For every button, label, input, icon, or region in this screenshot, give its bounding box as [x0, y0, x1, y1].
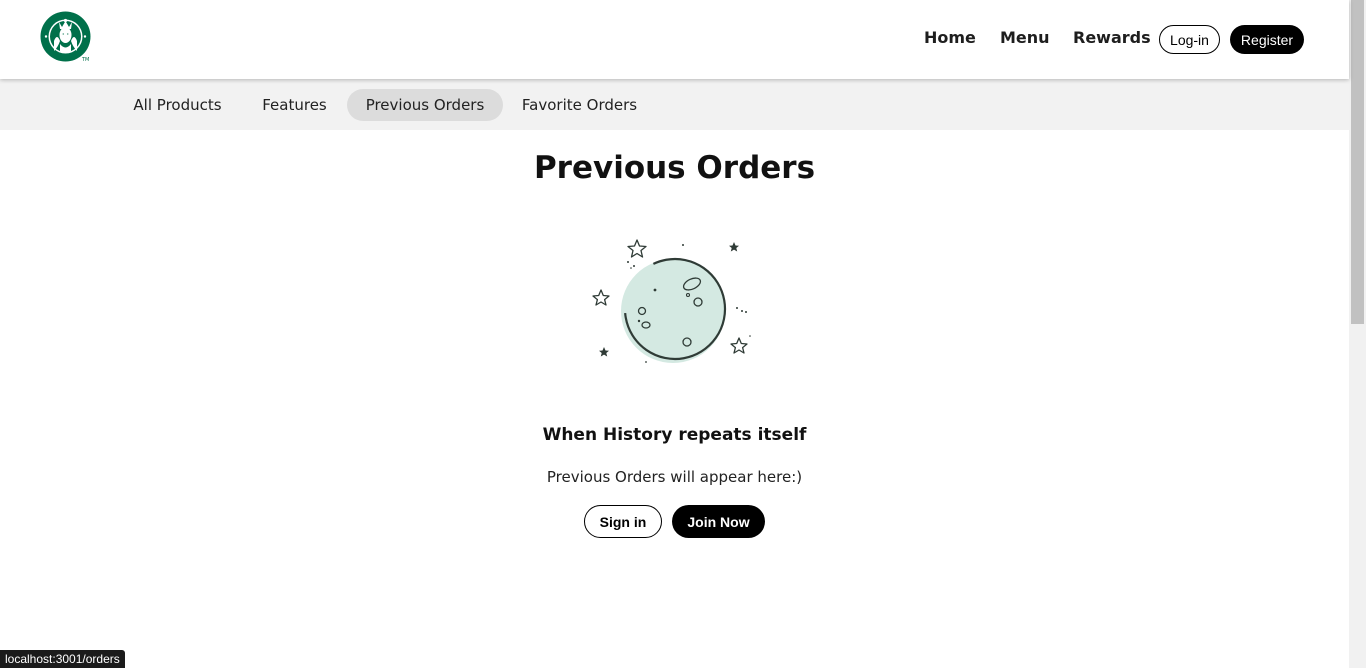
vertical-scrollbar[interactable] [1349, 0, 1366, 668]
register-button[interactable]: Register [1230, 25, 1304, 54]
tab-previous-orders[interactable]: Previous Orders [347, 89, 503, 121]
svg-text:TM: TM [81, 57, 89, 62]
page: TM Home Menu Rewards Log-in Register All… [0, 0, 1349, 668]
moon-illustration-icon [592, 239, 751, 363]
nav-menu-link[interactable]: Menu [1000, 28, 1050, 47]
tab-favorite-orders[interactable]: Favorite Orders [514, 89, 645, 121]
empty-state-heading: When History repeats itself [542, 425, 807, 445]
siren-logo-icon: TM [40, 11, 91, 63]
sign-in-button[interactable]: Sign in [584, 505, 662, 538]
nav-rewards-link[interactable]: Rewards [1073, 28, 1151, 47]
subnav: All Products Features Previous Orders Fa… [0, 79, 1349, 130]
join-now-button[interactable]: Join Now [672, 505, 765, 538]
nav-home-link[interactable]: Home [924, 28, 976, 47]
scrollbar-thumb[interactable] [1351, 0, 1364, 324]
login-button[interactable]: Log-in [1159, 25, 1220, 54]
tab-features[interactable]: Features [253, 89, 336, 121]
header: TM Home Menu Rewards Log-in Register [0, 0, 1349, 79]
empty-state-description: Previous Orders will appear here:) [546, 468, 803, 486]
page-title: Previous Orders [533, 150, 816, 186]
status-bar-url: localhost:3001/orders [0, 650, 125, 668]
moon-stars-illustration [585, 232, 760, 372]
tab-all-products[interactable]: All Products [122, 89, 233, 121]
starbucks-logo[interactable]: TM [40, 11, 91, 63]
